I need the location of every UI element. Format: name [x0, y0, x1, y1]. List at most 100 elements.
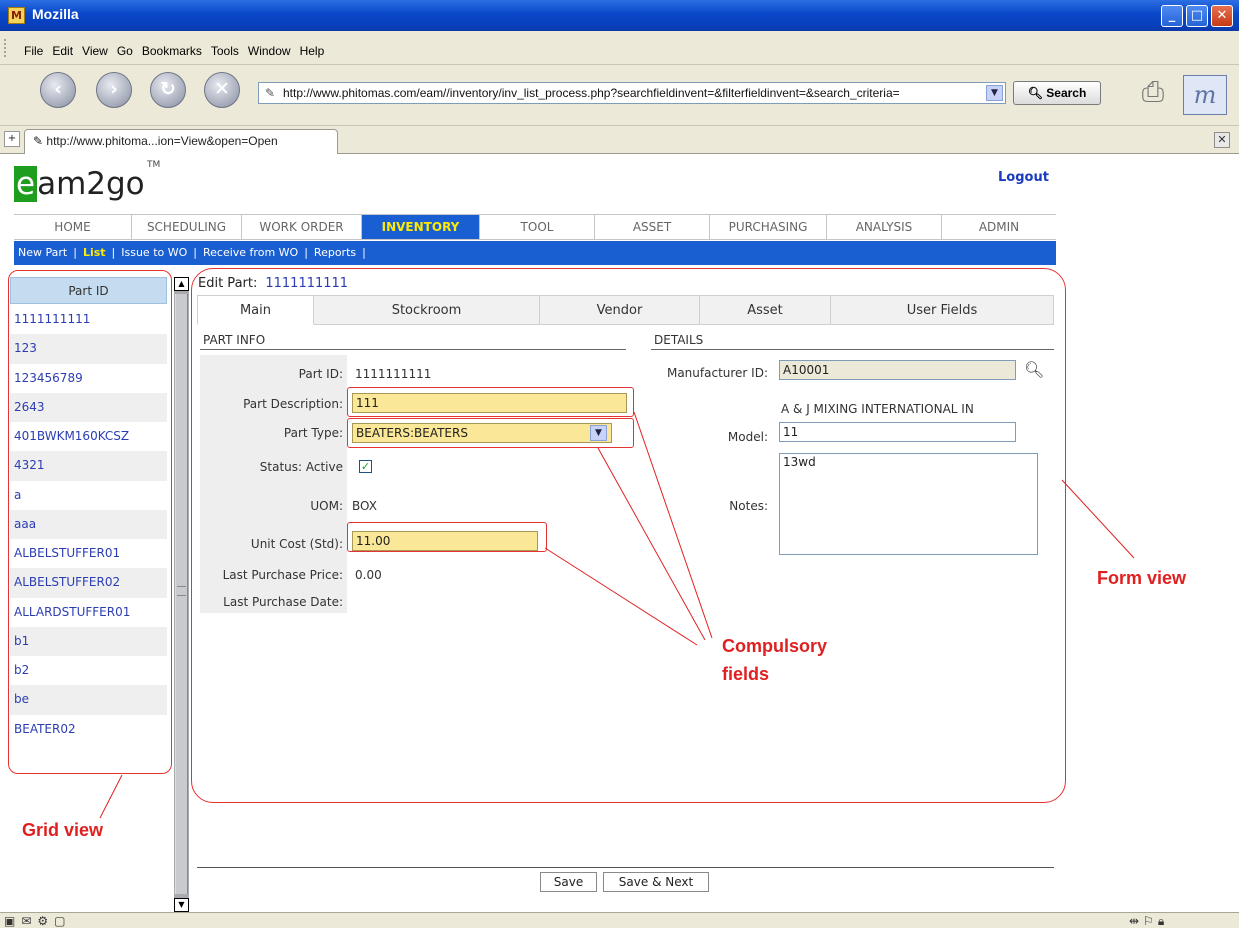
nav-work-order[interactable]: WORK ORDER — [242, 215, 362, 239]
minimize-button[interactable]: _ — [1161, 5, 1183, 27]
window-title: Mozilla — [32, 6, 79, 22]
nav-analysis[interactable]: ANALYSIS — [827, 215, 942, 239]
browser-tab[interactable]: ✎ http://www.phitoma...ion=View&open=Ope… — [24, 129, 338, 154]
toolbar-grip[interactable] — [4, 39, 10, 57]
edit-part-title: Edit Part: 1111111111 — [198, 276, 349, 291]
tab-stockroom[interactable]: Stockroom — [314, 295, 540, 325]
nav-inventory[interactable]: INVENTORY — [362, 215, 480, 239]
menu-view[interactable]: View — [82, 44, 108, 58]
model-input[interactable]: 11 — [779, 422, 1016, 442]
last-purchase-price-label: Last Purchase Price: — [222, 568, 343, 582]
part-info-heading: PART INFO — [200, 333, 626, 350]
menu-bookmarks[interactable]: Bookmarks — [142, 44, 202, 58]
part-description-label: Part Description: — [243, 397, 343, 411]
url-bar[interactable]: ✎ http://www.phitomas.com/eam//inventory… — [258, 82, 1006, 104]
maximize-button[interactable]: □ — [1186, 5, 1208, 27]
subnav-reports[interactable]: Reports — [314, 246, 356, 259]
scroll-down-icon[interactable]: ▼ — [174, 898, 189, 912]
trademark: TM — [147, 160, 161, 170]
new-tab-icon[interactable]: + — [4, 131, 20, 147]
lookup-magnifier-icon[interactable]: 🔍︎ — [1024, 360, 1046, 380]
uom-label: UOM: — [310, 499, 343, 513]
form-footer-rule — [197, 867, 1054, 868]
last-purchase-price-value: 0.00 — [355, 568, 382, 582]
throbber-logo-icon: m — [1183, 75, 1227, 115]
chevron-down-icon[interactable]: ▼ — [590, 425, 607, 441]
subnav-receive-from-wo[interactable]: Receive from WO — [203, 246, 298, 259]
menu-bar: File Edit View Go Bookmarks Tools Window… — [0, 31, 1239, 65]
part-description-input[interactable]: 111 — [352, 393, 627, 413]
close-tab-icon[interactable]: ✕ — [1214, 132, 1230, 148]
stop-button[interactable]: ✕ — [204, 72, 240, 108]
manufacturer-id-label: Manufacturer ID: — [666, 366, 768, 380]
logout-link[interactable]: Logout — [998, 170, 1049, 185]
url-dropdown-icon[interactable]: ▼ — [986, 85, 1003, 101]
tab-vendor[interactable]: Vendor — [540, 295, 700, 325]
back-button[interactable]: ‹ — [40, 72, 76, 108]
search-button-label: Search — [1046, 86, 1087, 100]
part-type-select[interactable]: BEATERS:BEATERS — [352, 423, 612, 443]
unit-cost-input[interactable]: 11.00 — [352, 531, 538, 551]
print-icon[interactable]: ⎙ — [1133, 75, 1173, 111]
tab-title: http://www.phitoma...ion=View&open=Open — [46, 134, 278, 148]
subnav-new-part[interactable]: New Part — [18, 246, 67, 259]
scrollbar-grip — [177, 586, 186, 596]
grid-view-highlight — [8, 270, 172, 774]
model-label: Model: — [727, 430, 768, 444]
page-icon: ✎ — [265, 86, 276, 100]
subnav-issue-to-wo[interactable]: Issue to WO — [121, 246, 187, 259]
mozilla-app-icon: M — [8, 7, 25, 24]
menu-window[interactable]: Window — [248, 44, 291, 58]
form-view-annotation: Form view — [1097, 568, 1187, 588]
url-text[interactable]: http://www.phitomas.com/eam//inventory/i… — [283, 86, 983, 100]
tab-asset[interactable]: Asset — [700, 295, 831, 325]
main-nav: HOME SCHEDULING WORK ORDER INVENTORY TOO… — [14, 214, 1056, 240]
edit-part-id: 1111111111 — [265, 276, 349, 291]
form-tabs: Main Stockroom Vendor Asset User Fields — [197, 295, 1054, 325]
nav-tool[interactable]: TOOL — [480, 215, 595, 239]
tab-page-icon: ✎ — [33, 134, 47, 148]
nav-home[interactable]: HOME — [14, 215, 132, 239]
search-button[interactable]: 🔍︎ Search — [1013, 81, 1101, 105]
last-purchase-date-label: Last Purchase Date: — [223, 595, 343, 609]
status-bar-security-icons: ⇹⚐🔒︎ — [1129, 914, 1169, 928]
save-and-next-button[interactable]: Save & Next — [603, 872, 709, 892]
search-icon: 🔍︎ — [1027, 86, 1047, 100]
sub-nav: New Part | List | Issue to WO | Receive from W… — [14, 241, 1056, 265]
forward-button[interactable]: › — [96, 72, 132, 108]
notes-label: Notes: — [729, 499, 768, 513]
window-titlebar: M Mozilla _ □ ✕ — [0, 0, 1239, 31]
nav-purchasing[interactable]: PURCHASING — [710, 215, 827, 239]
tab-user-fields[interactable]: User Fields — [831, 295, 1054, 325]
status-active-checkbox[interactable]: ✓ — [359, 460, 372, 473]
status-label: Status: Active — [259, 460, 343, 474]
part-id-value: 1111111111 — [355, 367, 432, 381]
uom-value: BOX — [352, 499, 377, 513]
status-bar-component-icons[interactable]: ▣✉⚙▢ — [4, 914, 72, 928]
menu-file[interactable]: File — [24, 44, 43, 58]
grid-view-annotation: Grid view — [22, 820, 104, 840]
details-heading: DETAILS — [651, 333, 1054, 350]
menu-edit[interactable]: Edit — [52, 44, 73, 58]
compulsory-annotation-line2: fields — [722, 664, 770, 684]
unit-cost-label: Unit Cost (Std): — [250, 537, 343, 551]
nav-admin[interactable]: ADMIN — [942, 215, 1056, 239]
part-id-label: Part ID: — [298, 367, 343, 381]
menu-go[interactable]: Go — [117, 44, 133, 58]
menu-tools[interactable]: Tools — [211, 44, 239, 58]
manufacturer-name: A & J MIXING INTERNATIONAL IN — [781, 402, 974, 416]
close-button[interactable]: ✕ — [1211, 5, 1233, 27]
reload-button[interactable]: ↻ — [150, 72, 186, 108]
navigation-toolbar: ‹ › ↻ ✕ ✎ http://www.phitomas.com/eam//i… — [0, 65, 1239, 126]
tab-strip: + ✎ http://www.phitoma...ion=View&open=O… — [0, 126, 1239, 154]
compulsory-annotation-line1: Compulsory — [722, 636, 828, 656]
scroll-up-icon[interactable]: ▲ — [174, 277, 189, 291]
nav-asset[interactable]: ASSET — [595, 215, 710, 239]
nav-scheduling[interactable]: SCHEDULING — [132, 215, 242, 239]
subnav-list[interactable]: List — [83, 246, 106, 259]
manufacturer-id-input[interactable]: A10001 — [779, 360, 1016, 380]
tab-main[interactable]: Main — [197, 295, 314, 325]
notes-textarea[interactable]: 13wd — [779, 453, 1038, 555]
menu-help[interactable]: Help — [300, 44, 325, 58]
save-button[interactable]: Save — [540, 872, 597, 892]
